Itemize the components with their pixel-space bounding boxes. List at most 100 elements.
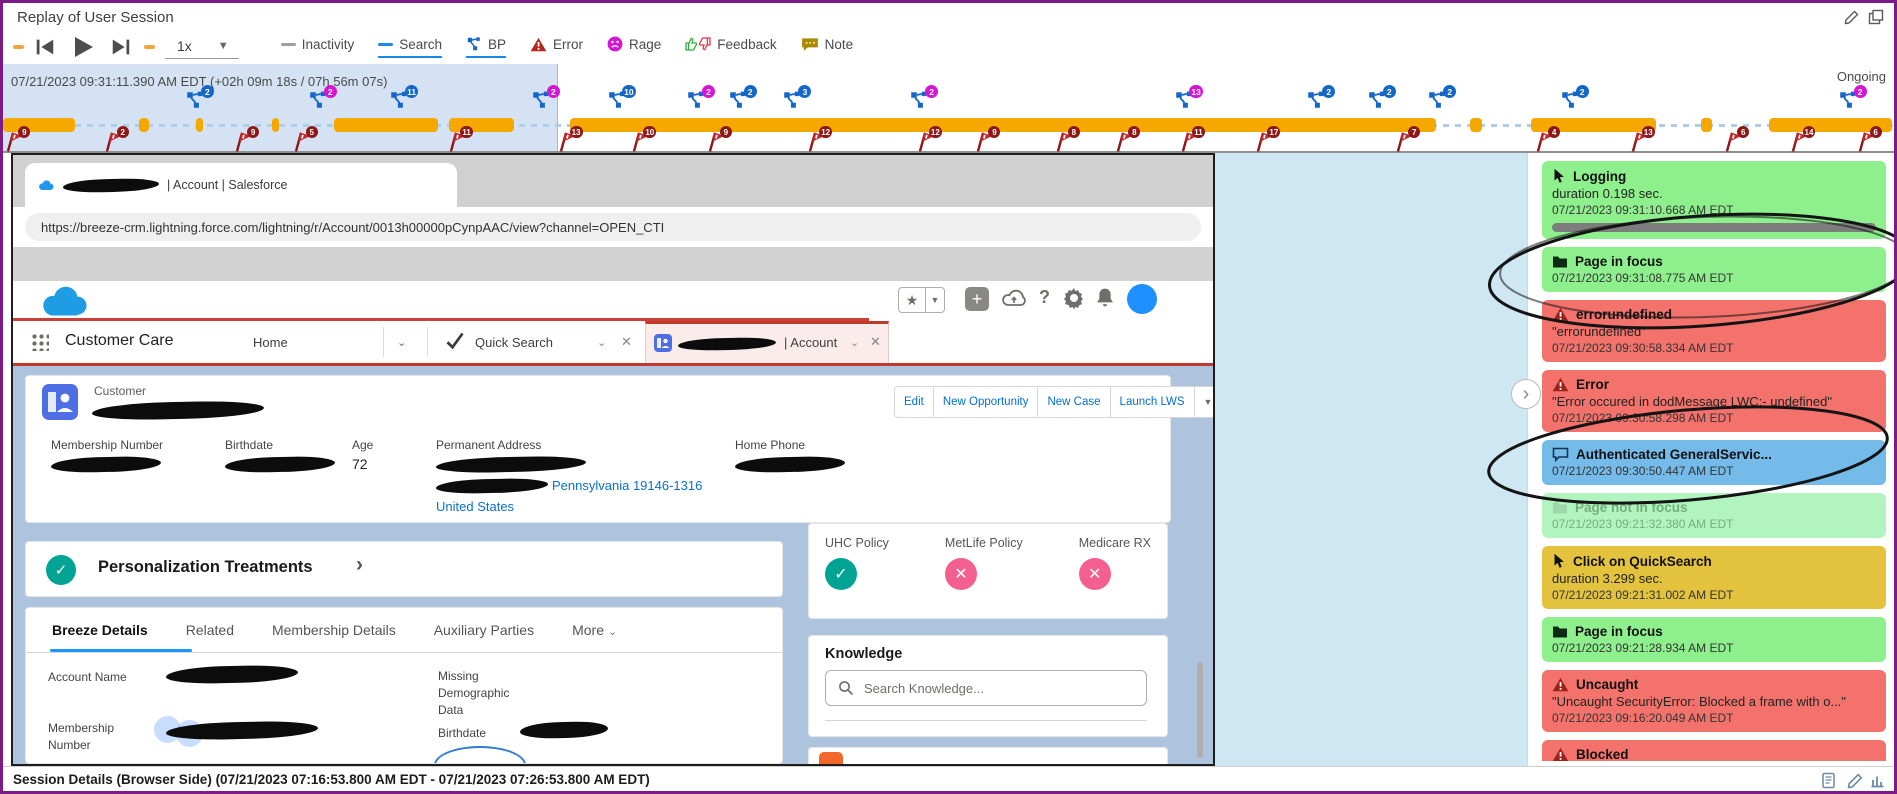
app-launcher-waffle-icon[interactable] [31, 333, 49, 351]
skip-to-end-button[interactable] [106, 34, 136, 60]
nav-tab-quick-search[interactable]: Quick Search [475, 335, 553, 350]
event-card-page-in-focus[interactable]: Page in focus07/21/2023 09:31:08.775 AM … [1542, 247, 1886, 292]
timeline-bp-marker[interactable]: 2 [185, 90, 207, 114]
timeline-error-marker[interactable]: 13 [1629, 130, 1649, 152]
play-button[interactable] [68, 34, 98, 60]
legend-item-bp[interactable]: BP [466, 36, 506, 58]
nav-tab-home[interactable]: Home [253, 335, 288, 350]
event-card-logging[interactable]: Loggingduration 0.198 sec.07/21/2023 09:… [1542, 161, 1886, 239]
quick-search-chevron-icon[interactable]: ⌄ [597, 336, 606, 349]
timeline-trim-start-handle[interactable] [13, 45, 24, 49]
legend-item-error[interactable]: Error [530, 37, 583, 58]
timeline-error-marker[interactable]: 12 [806, 130, 826, 152]
timeline-error-marker[interactable]: 5 [292, 130, 312, 152]
address-link[interactable]: Pennsylvania 19146-1316 [552, 478, 702, 493]
legend-item-search[interactable]: Search [378, 37, 442, 58]
timeline-bp-marker[interactable]: 2 [1306, 90, 1328, 114]
legend-item-feedback[interactable]: Feedback [685, 36, 776, 58]
popout-window-icon[interactable] [1868, 9, 1884, 30]
nav-tab-account-active[interactable]: | Account ⌄ ✕ [645, 321, 889, 363]
more-actions-dropdown[interactable]: ▼ [1195, 386, 1215, 418]
timeline-error-marker[interactable]: 11 [447, 130, 467, 152]
timeline-bp-rage-marker[interactable]: 13 [1174, 90, 1196, 114]
url-bar[interactable]: https://breeze-crm.lightning.force.com/l… [25, 213, 1201, 241]
timeline-error-marker[interactable]: 7 [1394, 130, 1414, 152]
legend-item-note[interactable]: Note [801, 37, 854, 58]
timeline-error-marker[interactable]: 2 [103, 130, 123, 152]
timeline-error-marker[interactable]: 8 [1054, 130, 1074, 152]
legend-item-inactivity[interactable]: Inactivity [281, 37, 355, 58]
legend-item-rage[interactable]: Rage [607, 36, 661, 58]
event-card-authenticated-generalservic[interactable]: Authenticated GeneralServic...07/21/2023… [1542, 440, 1886, 485]
edit-icon[interactable] [1844, 9, 1860, 30]
event-card-click-on-quicksearch[interactable]: Click on QuickSearchduration 3.299 sec.0… [1542, 546, 1886, 609]
timeline-error-marker[interactable]: 10 [630, 130, 650, 152]
event-card-page-not-in-focus[interactable]: Page not in focus07/21/2023 09:21:32.380… [1542, 493, 1886, 538]
timeline-error-marker[interactable]: 17 [1254, 130, 1274, 152]
sidebar-expand-button[interactable]: › [1511, 379, 1541, 409]
event-card-page-in-focus[interactable]: Page in focus07/21/2023 09:21:28.934 AM … [1542, 617, 1886, 662]
timeline-error-marker[interactable]: 12 [916, 130, 936, 152]
timeline-error-marker[interactable]: 13 [557, 130, 577, 152]
detail-tab-auxiliary-parties[interactable]: Auxiliary Parties [434, 622, 534, 638]
page-scrollbar-thumb[interactable] [1197, 662, 1203, 758]
timeline-error-marker[interactable]: 9 [706, 130, 726, 152]
timeline-error-marker[interactable]: 11 [1179, 130, 1199, 152]
timeline-error-marker[interactable]: 6 [1856, 130, 1876, 152]
detail-tab-related[interactable]: Related [186, 622, 234, 638]
session-timeline[interactable]: 07/21/2023 09:31:11.390 AM EDT (+02h 09m… [3, 64, 1894, 153]
knowledge-search-input[interactable]: Search Knowledge... [825, 670, 1147, 706]
event-card-uncaught[interactable]: Uncaught"Uncaught SecurityError: Blocked… [1542, 670, 1886, 732]
timeline-error-marker[interactable]: 9 [974, 130, 994, 152]
user-avatar[interactable] [1127, 284, 1157, 314]
expand-chevron-icon[interactable]: › [356, 553, 363, 577]
footer-chart-icon[interactable] [1869, 772, 1886, 794]
event-card-error[interactable]: Error"Error occured in dodMessage LWC:- … [1542, 370, 1886, 432]
timeline-error-marker[interactable]: 8 [1114, 130, 1134, 152]
favorites-control[interactable]: ★ ▼ [898, 287, 945, 313]
country-link[interactable]: United States [436, 499, 514, 514]
timeline-error-marker[interactable]: 4 [1534, 130, 1554, 152]
timeline-bp-marker[interactable]: 2 [1367, 90, 1389, 114]
browser-tab[interactable]: | Account | Salesforce [25, 163, 457, 207]
timeline-trim-end-handle[interactable] [144, 45, 155, 49]
action-button-new-case[interactable]: New Case [1038, 386, 1110, 418]
account-tab-close-icon[interactable]: ✕ [870, 334, 881, 350]
timeline-error-marker[interactable]: 14 [1789, 130, 1809, 152]
notifications-bell-icon[interactable] [1095, 287, 1115, 309]
action-button-new-opportunity[interactable]: New Opportunity [934, 386, 1039, 418]
timeline-bp-rage-marker[interactable]: 2 [308, 90, 330, 114]
detail-tab-more[interactable]: More ⌄ [572, 622, 617, 638]
setup-gear-icon[interactable] [1063, 287, 1085, 309]
timeline-error-marker[interactable]: 9 [233, 130, 253, 152]
timeline-error-marker[interactable]: 6 [1723, 130, 1743, 152]
help-icon[interactable]: ? [1039, 287, 1050, 308]
skip-to-start-button[interactable] [30, 34, 60, 60]
global-add-icon[interactable]: + [965, 287, 989, 311]
event-card-errorundefined[interactable]: errorundefined"errorundefined"07/21/2023… [1542, 300, 1886, 362]
timeline-bp-rage-marker[interactable]: 2 [686, 90, 708, 114]
footer-edit-icon[interactable] [1847, 772, 1864, 794]
timeline-bp-marker[interactable]: 2 [728, 90, 750, 114]
home-dropdown-chevron-icon[interactable]: ⌄ [397, 336, 406, 349]
timeline-bp-rage-marker[interactable]: 2 [1838, 90, 1860, 114]
personalization-treatments-card[interactable]: ✓ Personalization Treatments › [25, 541, 783, 597]
timeline-bp-marker[interactable]: 2 [1560, 90, 1582, 114]
action-button-launch-lws[interactable]: Launch LWS [1111, 386, 1195, 418]
quick-search-close-icon[interactable]: ✕ [621, 334, 632, 350]
playback-speed-select[interactable]: 1x ▼ [165, 36, 239, 59]
detail-tab-breeze-details[interactable]: Breeze Details [52, 622, 148, 638]
timeline-bp-rage-marker[interactable]: 2 [909, 90, 931, 114]
event-card-blocked[interactable]: Blocked"Error: Blocked a frame with..." [1542, 740, 1886, 761]
favorite-star-icon[interactable]: ★ [899, 288, 925, 312]
detail-tab-membership-details[interactable]: Membership Details [272, 622, 396, 638]
timeline-bp-marker[interactable]: 3 [782, 90, 804, 114]
timeline-bp-marker[interactable]: 2 [1427, 90, 1449, 114]
timeline-error-marker[interactable]: 9 [4, 130, 24, 152]
notes-document-icon[interactable] [1821, 772, 1838, 794]
action-button-edit[interactable]: Edit [894, 386, 934, 418]
timeline-bp-marker[interactable]: 11 [389, 90, 411, 114]
trailhead-cloud-icon[interactable] [1001, 287, 1027, 311]
timeline-bp-marker[interactable]: 10 [607, 90, 629, 114]
timeline-bp-rage-marker[interactable]: 2 [531, 90, 553, 114]
